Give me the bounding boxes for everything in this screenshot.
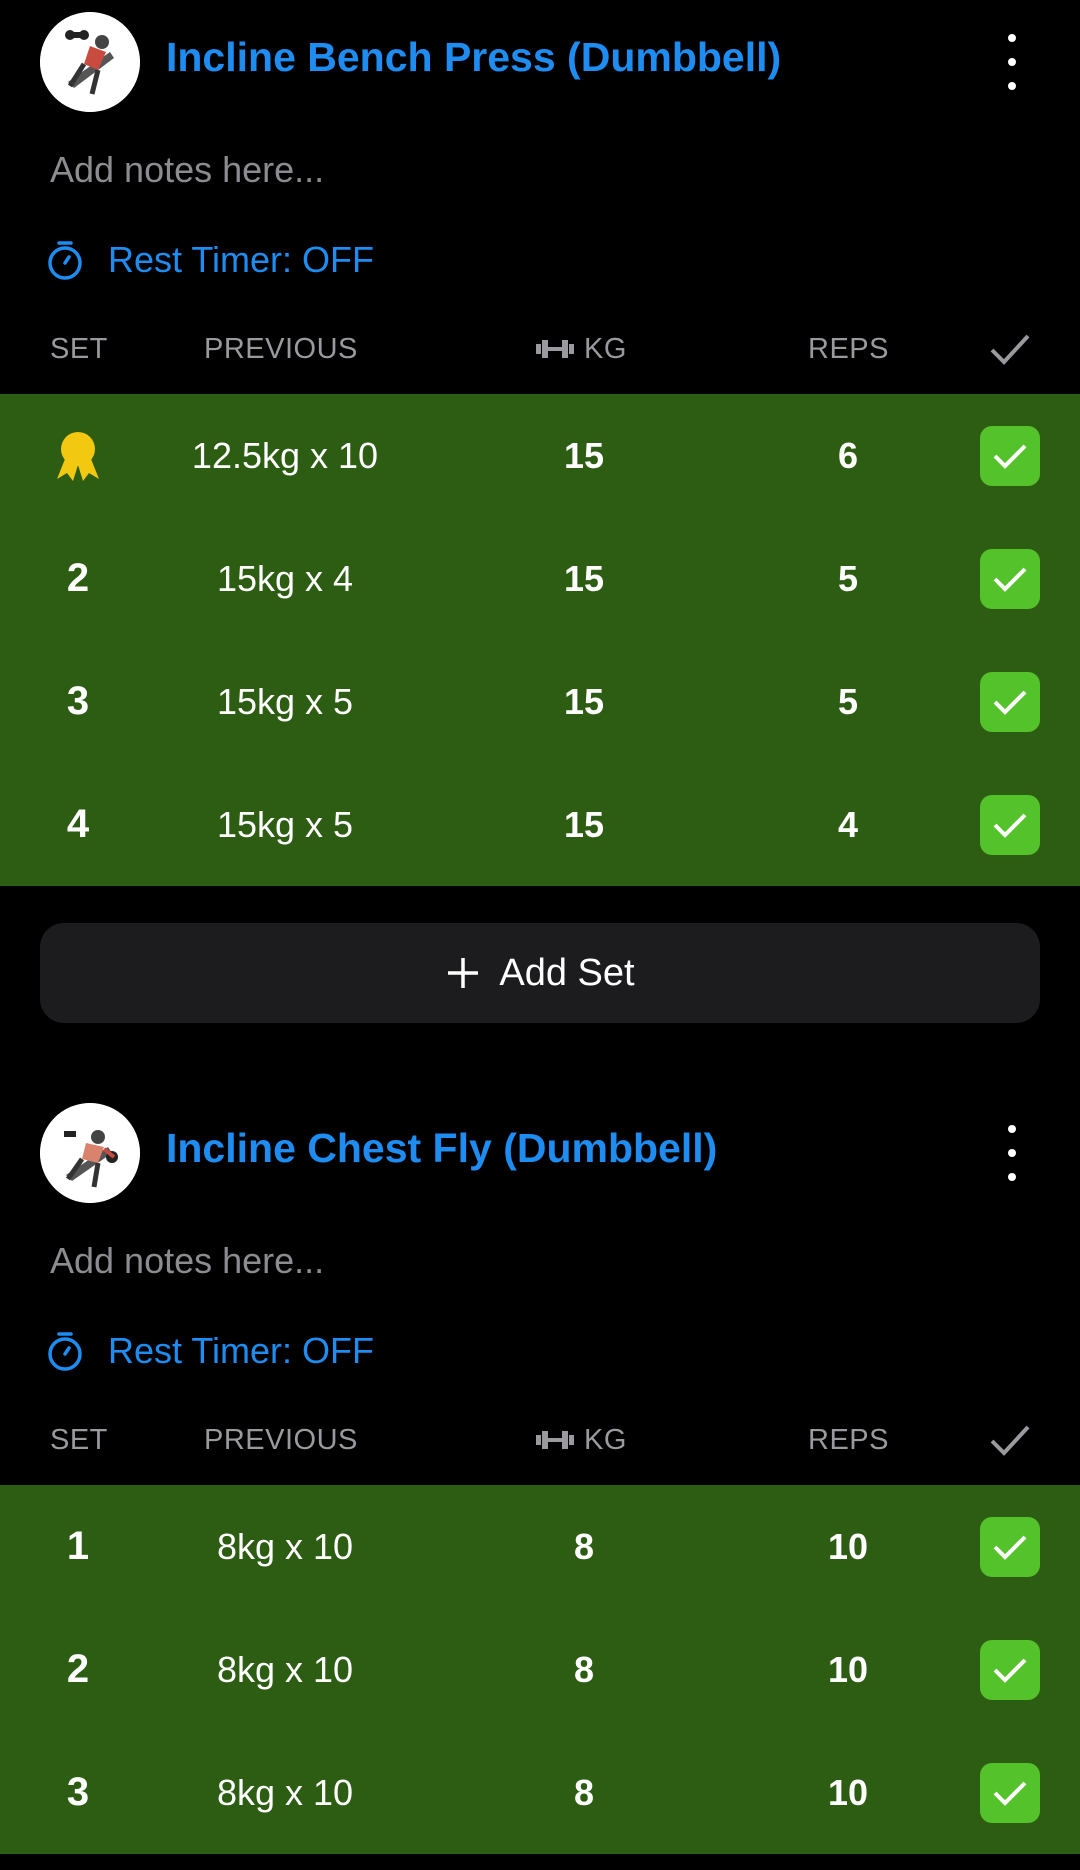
check-icon (993, 1658, 1027, 1683)
column-set: SET (50, 1424, 108, 1456)
set-complete-checkbox[interactable] (980, 1516, 1040, 1577)
exercise-thumbnail[interactable] (40, 1103, 140, 1203)
previous-value[interactable]: 15kg x 5 (160, 640, 410, 763)
previous-value[interactable]: 8kg x 10 (160, 1608, 410, 1731)
set-number[interactable]: 2 (38, 517, 118, 640)
set-number[interactable] (38, 394, 118, 517)
reps-input[interactable]: 10 (788, 1608, 908, 1731)
set-complete-checkbox[interactable] (980, 425, 1040, 486)
reps-input[interactable]: 5 (788, 517, 908, 640)
notes-input[interactable]: Add notes here... (0, 124, 1080, 216)
set-row: 12.5kg x 10 15 6 (0, 394, 1080, 517)
check-icon (993, 1781, 1027, 1806)
column-kg: KG (536, 304, 627, 394)
rest-timer-label: Rest Timer: OFF (108, 1330, 375, 1371)
set-complete-checkbox[interactable] (980, 1762, 1040, 1823)
set-complete-checkbox[interactable] (980, 1639, 1040, 1700)
exercise-title[interactable]: Incline Chest Fly (Dumbbell) (166, 1125, 717, 1172)
set-row: 2 8kg x 10 8 10 (0, 1608, 1080, 1731)
set-row: 2 15kg x 4 15 5 (0, 517, 1080, 640)
checkmark-header-icon (988, 304, 1032, 394)
exercise-header: Incline Chest Fly (Dumbbell) (0, 1091, 1080, 1215)
previous-value[interactable]: 8kg x 10 (160, 1731, 410, 1854)
add-set-label: Add Set (499, 951, 635, 994)
column-kg: KG (536, 1395, 627, 1485)
reps-input[interactable]: 6 (788, 394, 908, 517)
dumbbell-icon (536, 340, 574, 358)
reps-input[interactable]: 5 (788, 640, 908, 763)
previous-value[interactable]: 8kg x 10 (160, 1485, 410, 1608)
sets-table: 12.5kg x 10 15 6 2 15kg x 4 15 5 3 15kg … (0, 394, 1080, 886)
notes-input[interactable]: Add notes here... (0, 1215, 1080, 1307)
kg-input[interactable]: 15 (524, 517, 644, 640)
column-previous: PREVIOUS (204, 1424, 358, 1456)
set-number[interactable]: 2 (38, 1608, 118, 1731)
stopwatch-icon (48, 241, 82, 280)
column-reps: REPS (808, 333, 889, 365)
rest-timer-label: Rest Timer: OFF (108, 239, 375, 280)
check-icon (993, 444, 1027, 469)
kg-input[interactable]: 15 (524, 640, 644, 763)
sets-table-header: SET PREVIOUS KG REPS (0, 1395, 1080, 1485)
more-options-icon[interactable] (990, 34, 1034, 90)
exercise-card: Incline Bench Press (Dumbbell) Add notes… (0, 0, 1080, 1023)
rest-timer-button[interactable]: Rest Timer: OFF (0, 216, 1080, 304)
set-row: 1 8kg x 10 8 10 (0, 1485, 1080, 1608)
rest-timer-button[interactable]: Rest Timer: OFF (0, 1307, 1080, 1395)
previous-value[interactable]: 15kg x 5 (160, 763, 410, 886)
exercise-title[interactable]: Incline Bench Press (Dumbbell) (166, 34, 781, 81)
reps-input[interactable]: 10 (788, 1485, 908, 1608)
previous-value[interactable]: 15kg x 4 (160, 517, 410, 640)
kg-input[interactable]: 8 (524, 1608, 644, 1731)
checkmark-header-icon (988, 1395, 1032, 1485)
stopwatch-icon (48, 1332, 82, 1371)
set-number[interactable]: 3 (38, 1731, 118, 1854)
kg-input[interactable]: 15 (524, 394, 644, 517)
set-number[interactable]: 4 (38, 763, 118, 886)
reps-input[interactable]: 4 (788, 763, 908, 886)
more-options-icon[interactable] (990, 1125, 1034, 1181)
set-row: 3 15kg x 5 15 5 (0, 640, 1080, 763)
column-previous: PREVIOUS (204, 333, 358, 365)
set-number[interactable]: 1 (38, 1485, 118, 1608)
dumbbell-icon (536, 1431, 574, 1449)
set-complete-checkbox[interactable] (980, 794, 1040, 855)
check-icon (993, 567, 1027, 592)
exercise-thumbnail[interactable] (40, 12, 140, 112)
plus-icon (448, 958, 479, 988)
kg-input[interactable]: 8 (524, 1731, 644, 1854)
kg-input[interactable]: 15 (524, 763, 644, 886)
check-icon (993, 813, 1027, 838)
check-icon (993, 690, 1027, 715)
check-icon (993, 1535, 1027, 1560)
set-complete-checkbox[interactable] (980, 671, 1040, 732)
column-set: SET (50, 333, 108, 365)
sets-table-header: SET PREVIOUS KG REPS (0, 304, 1080, 394)
set-row: 3 8kg x 10 8 10 (0, 1731, 1080, 1854)
exercise-header: Incline Bench Press (Dumbbell) (0, 0, 1080, 124)
set-row: 4 15kg x 5 15 4 (0, 763, 1080, 886)
exercise-card: Incline Chest Fly (Dumbbell) Add notes h… (0, 1091, 1080, 1854)
medal-icon (57, 431, 99, 481)
kg-input[interactable]: 8 (524, 1485, 644, 1608)
reps-input[interactable]: 10 (788, 1731, 908, 1854)
column-reps: REPS (808, 1424, 889, 1456)
add-set-button[interactable]: Add Set (40, 923, 1040, 1023)
previous-value[interactable]: 12.5kg x 10 (160, 394, 410, 517)
sets-table: 1 8kg x 10 8 10 2 8kg x 10 8 10 3 8kg x … (0, 1485, 1080, 1854)
set-number[interactable]: 3 (38, 640, 118, 763)
set-complete-checkbox[interactable] (980, 548, 1040, 609)
